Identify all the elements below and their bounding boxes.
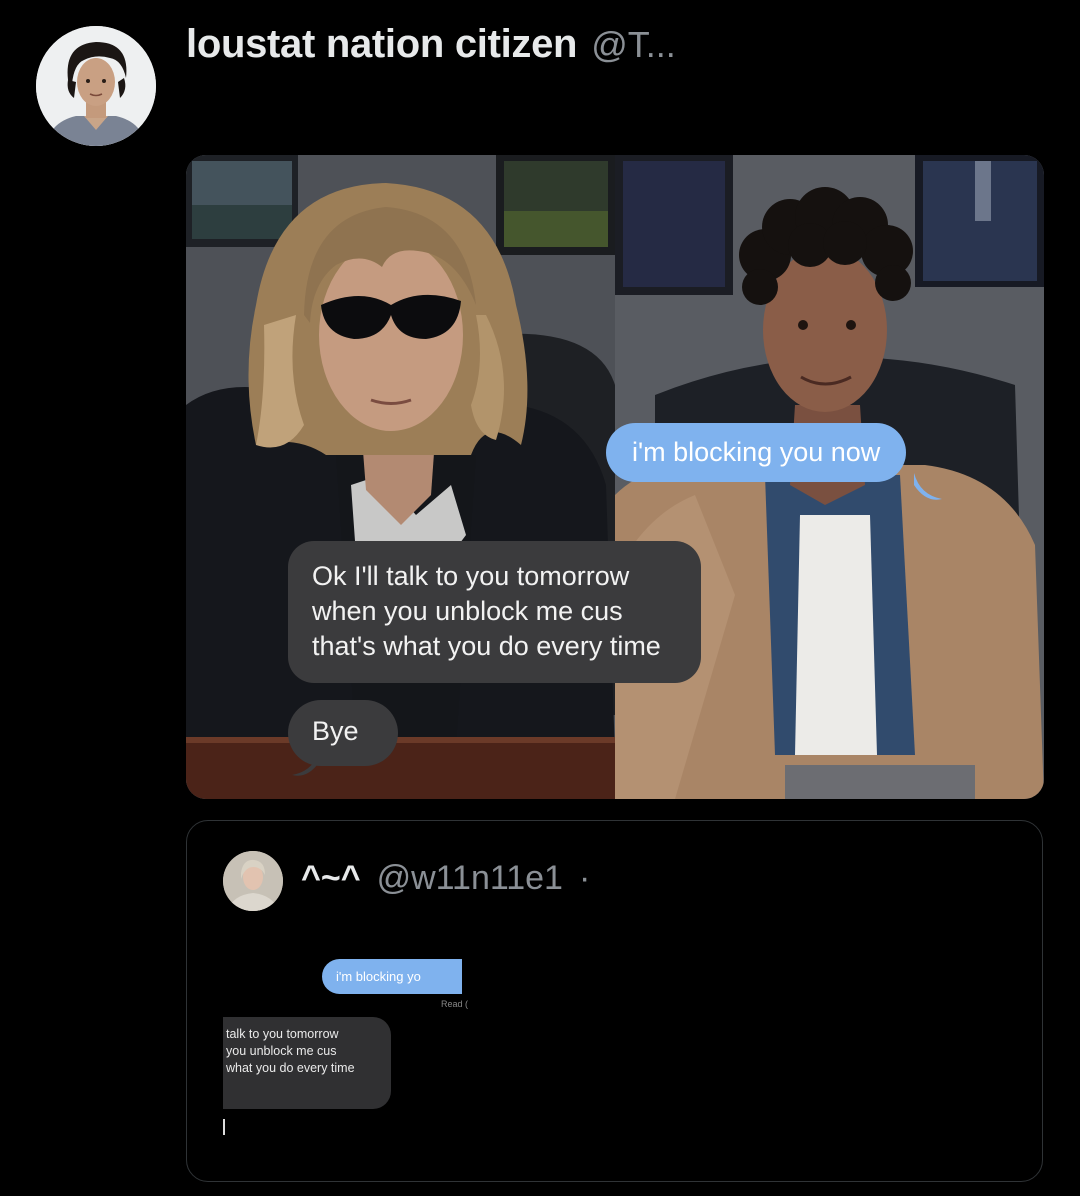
quoted-grey-line-2: you unblock me cus <box>226 1044 337 1058</box>
message-grey-line-1: Ok I'll talk to you tomorrow <box>312 561 630 591</box>
separator-dot: · <box>578 859 591 897</box>
quoted-grey-bubble: talk to you tomorrow you unblock me cus … <box>223 1017 391 1109</box>
profile-photo-icon <box>223 851 283 911</box>
quoted-read-receipt: Read ( <box>441 999 469 1009</box>
author-line: loustat nation citizen @T... <box>186 22 676 67</box>
quoted-grey-line-3: what you do every time <box>226 1061 355 1075</box>
tweet-media-image[interactable]: i'm blocking you now Ok I'll talk to you… <box>186 155 1044 799</box>
author-handle[interactable]: @T... <box>591 24 676 66</box>
media-left-panel <box>186 155 615 799</box>
quoted-grey-line-1: talk to you tomorrow <box>226 1027 339 1041</box>
quoted-display-name[interactable]: ^~^ <box>301 859 361 898</box>
photo-man-sunglasses-icon <box>186 155 615 799</box>
message-grey-line-3: that's what you do every time <box>312 631 661 661</box>
message-blue-text: i'm blocking you now <box>632 437 881 467</box>
quoted-tweet-card[interactable]: ^~^ @w11n11e1 · i'm blocking yo Read ( t… <box>186 820 1043 1182</box>
blue-bubble-tail-icon <box>914 473 942 500</box>
quoted-author-line: ^~^ @w11n11e1 · <box>301 859 590 898</box>
message-bye-text: Bye <box>312 716 359 746</box>
tweet-page: loustat nation citizen @T... i'm blockin… <box>0 0 1080 1196</box>
quoted-author-avatar[interactable] <box>223 851 283 911</box>
message-grey-line-2: when you unblock me cus <box>312 596 623 626</box>
quoted-blue-bubble: i'm blocking yo <box>322 959 462 994</box>
quoted-media-image[interactable]: i'm blocking yo Read ( talk to you tomor… <box>223 941 603 1151</box>
quoted-handle[interactable]: @w11n11e1 <box>377 859 563 898</box>
author-avatar[interactable] <box>36 26 156 146</box>
grey-bubble-tail-icon <box>292 749 320 776</box>
text-cursor <box>223 1119 225 1135</box>
message-grey-bubble: Ok I'll talk to you tomorrow when you un… <box>288 541 701 683</box>
message-blue-bubble: i'm blocking you now <box>606 423 907 482</box>
author-display-name[interactable]: loustat nation citizen <box>186 22 578 67</box>
profile-photo-icon <box>36 26 156 146</box>
